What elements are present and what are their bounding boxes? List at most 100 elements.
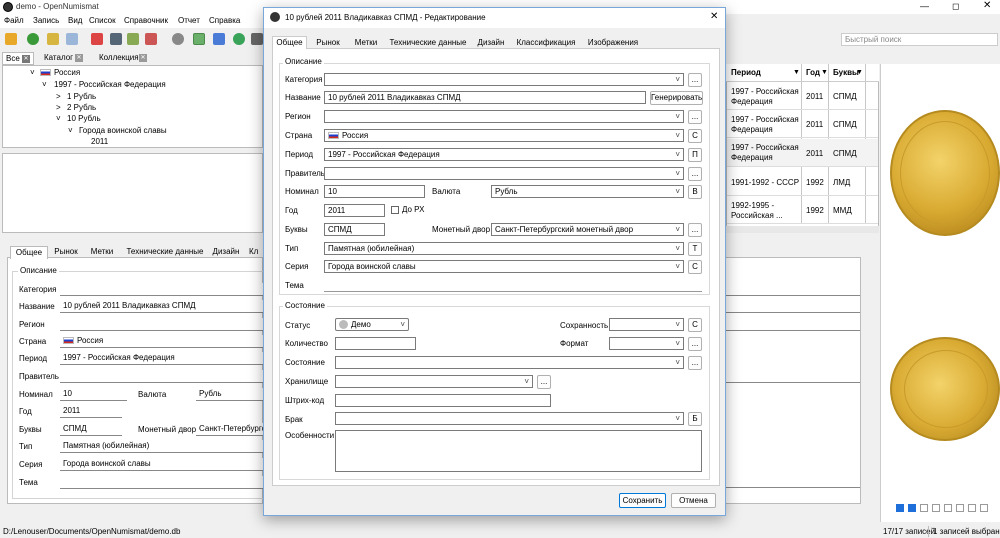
sort-dropdown-icon[interactable]: ▼ bbox=[793, 68, 800, 78]
mint-select[interactable]: Санкт-Петербургский монетный двор ˅ bbox=[491, 223, 684, 236]
image-checkbox-checked[interactable] bbox=[908, 504, 916, 512]
settings-icon[interactable] bbox=[172, 33, 184, 45]
column-header-letters[interactable]: Буквы bbox=[833, 68, 859, 78]
type-select[interactable]: Памятная (юбилейная) ˅ bbox=[324, 242, 684, 255]
dialog-tab-classification[interactable]: Классификация bbox=[513, 37, 579, 50]
image-checkbox[interactable] bbox=[932, 504, 940, 512]
quantity-input[interactable] bbox=[335, 337, 416, 350]
dialog-tab-tags[interactable]: Метки bbox=[349, 37, 383, 50]
globe-icon[interactable] bbox=[233, 33, 245, 45]
image-checkbox[interactable] bbox=[944, 504, 952, 512]
grade-reference-button[interactable]: С bbox=[688, 318, 702, 332]
condition-select[interactable]: ˅ bbox=[335, 356, 684, 369]
currency-reference-button[interactable]: В bbox=[688, 185, 702, 199]
close-tab-icon[interactable]: ✕ bbox=[22, 55, 30, 63]
minimize-button[interactable]: — bbox=[920, 0, 929, 12]
details-tab-market[interactable]: Рынок bbox=[50, 246, 82, 259]
tree-item-year[interactable]: 2011 bbox=[91, 136, 108, 148]
dialog-tab-technical[interactable]: Технические данные bbox=[387, 37, 469, 50]
menu-reference[interactable]: Справочник bbox=[124, 15, 168, 27]
barcode-input[interactable] bbox=[335, 394, 551, 407]
tab-all[interactable]: Все ✕ bbox=[2, 52, 34, 65]
report-icon[interactable] bbox=[251, 33, 263, 45]
status-select[interactable]: Демо ˅ bbox=[335, 318, 409, 331]
menu-list[interactable]: Список bbox=[89, 15, 116, 27]
dialog-tab-images[interactable]: Изображения bbox=[583, 37, 643, 50]
menu-report[interactable]: Отчет bbox=[178, 15, 200, 27]
close-window-button[interactable]: ✕ bbox=[983, 0, 991, 12]
column-header-period[interactable]: Период bbox=[731, 68, 761, 78]
tree-item-period[interactable]: 1997 - Российская Федерация bbox=[54, 79, 166, 91]
dialog-tab-general[interactable]: Общее bbox=[272, 36, 307, 49]
currency-select[interactable]: Рубль ˅ bbox=[491, 185, 684, 198]
statistics-icon[interactable] bbox=[213, 33, 225, 45]
image-checkbox[interactable] bbox=[956, 504, 964, 512]
tree-expand-icon[interactable]: ˅ bbox=[42, 79, 47, 91]
sort-dropdown-icon[interactable]: ▼ bbox=[856, 68, 863, 78]
image-checkbox[interactable] bbox=[920, 504, 928, 512]
series-reference-button[interactable]: С bbox=[688, 260, 702, 274]
close-tab-icon[interactable]: ✕ bbox=[75, 54, 83, 62]
filter-icon[interactable] bbox=[127, 33, 139, 45]
menu-record[interactable]: Запись bbox=[33, 15, 59, 27]
dialog-close-icon[interactable]: ✕ bbox=[710, 11, 718, 23]
period-select[interactable]: 1997 - Российская Федерация ˅ bbox=[324, 148, 684, 161]
menu-view[interactable]: Вид bbox=[68, 15, 82, 27]
image-checkbox[interactable] bbox=[980, 504, 988, 512]
before-ad-checkbox[interactable] bbox=[391, 206, 399, 214]
mint-more-button[interactable]: ... bbox=[688, 223, 702, 237]
image-checkbox[interactable] bbox=[968, 504, 976, 512]
details-tab-general[interactable]: Общее bbox=[10, 246, 48, 259]
quick-search-input[interactable]: Быстрый поиск bbox=[841, 33, 998, 46]
table-scrollbar[interactable] bbox=[726, 226, 879, 233]
series-select[interactable]: Города воинской славы ˅ bbox=[324, 260, 684, 273]
tree-expand-icon[interactable]: ˅ bbox=[56, 113, 61, 125]
condition-more-button[interactable]: ... bbox=[688, 356, 702, 370]
edit-icon[interactable] bbox=[47, 33, 59, 45]
menu-file[interactable]: Файл bbox=[4, 15, 24, 27]
subject-input[interactable] bbox=[324, 279, 702, 292]
list-view-icon[interactable] bbox=[193, 33, 205, 45]
name-input[interactable]: 10 рублей 2011 Владикавказ СПМД bbox=[324, 91, 646, 104]
tab-collection[interactable]: Коллекция ✕ bbox=[90, 52, 150, 65]
column-header-year[interactable]: Год bbox=[806, 68, 820, 78]
type-reference-button[interactable]: Т bbox=[688, 242, 702, 256]
period-reference-button[interactable]: П bbox=[688, 148, 702, 162]
copy-icon[interactable] bbox=[66, 33, 78, 45]
add-icon[interactable] bbox=[27, 33, 39, 45]
details-tab-classification[interactable]: Кл bbox=[249, 246, 263, 259]
defect-select[interactable]: ˅ bbox=[335, 412, 684, 425]
category-select[interactable]: ˅ bbox=[324, 73, 684, 86]
sort-icon[interactable] bbox=[110, 33, 122, 45]
details-tab-technical[interactable]: Технические данные bbox=[125, 246, 205, 259]
tab-catalog[interactable]: Каталог ✕ bbox=[36, 52, 86, 65]
dialog-tab-market[interactable]: Рынок bbox=[310, 37, 346, 50]
denomination-input[interactable]: 10 bbox=[324, 185, 425, 198]
country-select[interactable]: Россия ˅ bbox=[324, 129, 684, 142]
tree-item-russia[interactable]: Россия bbox=[40, 67, 80, 79]
grade-select[interactable]: ˅ bbox=[609, 318, 684, 331]
format-more-button[interactable]: ... bbox=[688, 337, 702, 351]
open-folder-icon[interactable] bbox=[5, 33, 17, 45]
tree-expand-icon[interactable]: ˅ bbox=[68, 125, 73, 137]
clear-filter-icon[interactable] bbox=[145, 33, 157, 45]
format-select[interactable]: ˅ bbox=[609, 337, 684, 350]
save-button[interactable]: Сохранить bbox=[619, 493, 666, 508]
region-more-button[interactable]: ... bbox=[688, 110, 702, 124]
region-select[interactable]: ˅ bbox=[324, 110, 684, 123]
category-more-button[interactable]: ... bbox=[688, 73, 702, 87]
menu-help[interactable]: Справка bbox=[209, 15, 240, 27]
features-textarea[interactable] bbox=[335, 430, 702, 472]
storage-select[interactable]: ˅ bbox=[335, 375, 533, 388]
ruler-select[interactable]: ˅ bbox=[324, 167, 684, 180]
mint-mark-input[interactable]: СПМД bbox=[324, 223, 385, 236]
country-reference-button[interactable]: С bbox=[688, 129, 702, 143]
tree-item-10-ruble[interactable]: 10 Рубль bbox=[67, 113, 101, 125]
year-input[interactable]: 2011 bbox=[324, 204, 385, 217]
dialog-tab-design[interactable]: Дизайн bbox=[473, 37, 509, 50]
image-checkbox-checked[interactable] bbox=[896, 504, 904, 512]
cancel-button[interactable]: Отмена bbox=[671, 493, 716, 508]
maximize-button[interactable]: ◻ bbox=[952, 0, 959, 12]
close-tab-icon[interactable]: ✕ bbox=[139, 54, 147, 62]
generate-button[interactable]: Генерировать bbox=[650, 91, 703, 105]
